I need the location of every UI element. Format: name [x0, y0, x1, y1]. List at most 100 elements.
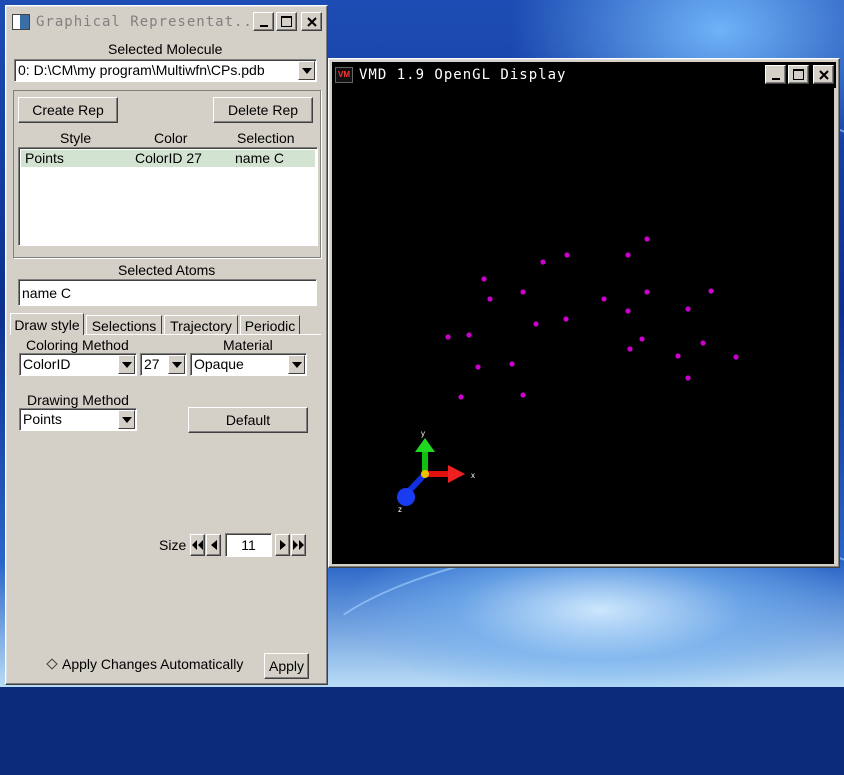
- atom-point: [625, 252, 631, 258]
- maximize-button[interactable]: [788, 65, 809, 84]
- minimize-button[interactable]: [765, 65, 786, 84]
- atom-point: [445, 334, 451, 340]
- maximize-icon: [281, 16, 292, 27]
- arrow-right-icon: [279, 540, 286, 550]
- z-axis-arrowhead: [397, 488, 415, 506]
- atom-point: [675, 353, 681, 359]
- size-increase-fast-button[interactable]: [291, 534, 306, 556]
- size-decrease-fast-button[interactable]: [190, 534, 205, 556]
- minimize-icon: [771, 77, 780, 80]
- tab-panel-edge: [84, 334, 321, 335]
- arrow-left-icon: [210, 540, 217, 550]
- x-axis-label: x: [471, 471, 475, 480]
- size-label: Size: [159, 537, 187, 553]
- color-id-value: 27: [144, 356, 160, 372]
- maximize-button[interactable]: [276, 12, 297, 31]
- atom-point: [644, 289, 650, 295]
- dropdown-arrow[interactable]: [168, 355, 185, 374]
- chevron-down-icon: [121, 416, 132, 423]
- close-icon: [818, 69, 829, 80]
- apply-auto-label: Apply Changes Automatically: [62, 656, 244, 672]
- close-button[interactable]: [301, 12, 322, 31]
- coloring-method-dropdown[interactable]: ColorID: [19, 353, 137, 376]
- atom-point: [627, 346, 633, 352]
- atom-point: [708, 288, 714, 294]
- y-axis-label: y: [421, 429, 425, 438]
- size-input[interactable]: 11: [225, 533, 272, 557]
- selected-atoms-input[interactable]: name C: [18, 279, 317, 306]
- atom-point: [685, 375, 691, 381]
- selected-molecule-label: Selected Molecule: [108, 41, 223, 57]
- tab-periodic[interactable]: Periodic: [240, 315, 300, 335]
- color-id-dropdown[interactable]: 27: [140, 353, 187, 376]
- row-color: ColorID 27: [135, 150, 202, 166]
- diamond-checkbox-icon: [46, 658, 58, 670]
- selection-column-header: Selection: [237, 130, 295, 146]
- atom-point: [466, 332, 472, 338]
- atom-point: [520, 289, 526, 295]
- close-icon: [306, 16, 317, 27]
- atom-point: [700, 340, 706, 346]
- dropdown-arrow[interactable]: [298, 61, 315, 80]
- window-app-icon: [12, 14, 30, 30]
- atom-point: [601, 296, 607, 302]
- reps-list[interactable]: Points ColorID 27 name C: [18, 147, 318, 246]
- window-title: Graphical Representat...: [36, 14, 263, 30]
- tab-selections[interactable]: Selections: [86, 315, 162, 335]
- atom-point: [533, 321, 539, 327]
- atom-point: [475, 364, 481, 370]
- selected-atoms-label: Selected Atoms: [118, 262, 216, 278]
- atom-point: [733, 354, 739, 360]
- delete-rep-button[interactable]: Delete Rep: [213, 97, 313, 123]
- minimize-button[interactable]: [253, 12, 274, 31]
- tab-draw-style[interactable]: Draw style: [10, 313, 84, 335]
- title-bar[interactable]: Graphical Representat...: [9, 9, 324, 35]
- drawing-method-dropdown[interactable]: Points: [19, 408, 137, 431]
- color-column-header: Color: [154, 130, 188, 146]
- vmd-app-icon-text: VM: [338, 70, 350, 79]
- dropdown-arrow[interactable]: [118, 355, 135, 374]
- selected-atoms-value: name C: [22, 285, 72, 301]
- style-column-header: Style: [60, 130, 92, 146]
- apply-button[interactable]: Apply: [264, 653, 309, 679]
- atom-point: [487, 296, 493, 302]
- axes-origin: [421, 470, 429, 478]
- size-increase-button[interactable]: [275, 534, 290, 556]
- double-arrow-right-icon: [293, 540, 304, 550]
- tab-trajectory[interactable]: Trajectory: [164, 315, 238, 335]
- chevron-down-icon: [121, 361, 132, 368]
- material-label: Material: [223, 337, 273, 353]
- minimize-icon: [259, 24, 268, 27]
- selected-molecule-dropdown[interactable]: 0: D:\CM\my program\Multiwfn\CPs.pdb: [14, 59, 317, 82]
- table-row[interactable]: Points ColorID 27 name C: [21, 150, 315, 167]
- atom-point: [639, 336, 645, 342]
- dropdown-arrow[interactable]: [118, 410, 135, 429]
- coloring-method-value: ColorID: [23, 356, 71, 372]
- atom-point: [481, 276, 487, 282]
- row-selection: name C: [235, 150, 285, 166]
- atom-point: [685, 306, 691, 312]
- create-rep-button[interactable]: Create Rep: [18, 97, 118, 123]
- atom-point: [563, 316, 569, 322]
- atom-point: [564, 252, 570, 258]
- atom-point: [625, 308, 631, 314]
- vmd-app-icon: VM: [335, 67, 353, 83]
- default-button[interactable]: Default: [188, 407, 308, 433]
- size-decrease-button[interactable]: [206, 534, 221, 556]
- atom-point: [520, 392, 526, 398]
- drawing-method-label: Drawing Method: [27, 392, 129, 408]
- atom-point: [458, 394, 464, 400]
- close-button[interactable]: [813, 65, 834, 84]
- double-arrow-left-icon: [192, 540, 203, 550]
- material-dropdown[interactable]: Opaque: [190, 353, 307, 376]
- dropdown-arrow[interactable]: [288, 355, 305, 374]
- atom-point: [540, 259, 546, 265]
- apply-auto-checkbox[interactable]: Apply Changes Automatically: [46, 656, 244, 672]
- atom-point: [509, 361, 515, 367]
- opengl-display-window: VM VMD 1.9 OpenGL Display x y z: [328, 58, 840, 568]
- coloring-method-label: Coloring Method: [26, 337, 129, 353]
- graphical-representations-window: Graphical Representat... Selected Molecu…: [5, 5, 328, 685]
- material-value: Opaque: [194, 356, 244, 372]
- title-bar[interactable]: VM VMD 1.9 OpenGL Display: [332, 62, 836, 88]
- opengl-viewport[interactable]: x y z: [332, 86, 834, 564]
